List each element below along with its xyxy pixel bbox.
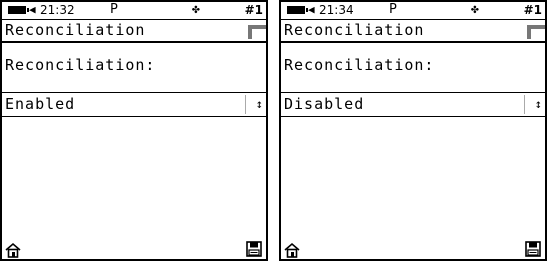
save-icon[interactable] <box>246 241 262 257</box>
menu-corner-icon[interactable] <box>527 21 545 39</box>
field-label: Reconciliation: <box>284 56 435 74</box>
select-value: Disabled <box>284 95 365 113</box>
title-bar: Reconciliation <box>2 19 266 43</box>
status-mode: P <box>389 2 397 17</box>
move-icon: ✤ <box>192 2 200 17</box>
plug-icon: ◀ <box>308 3 315 16</box>
spinner-arrows-icon[interactable]: ↕ <box>256 93 263 116</box>
battery-icon <box>8 6 29 14</box>
status-time: 21:34 <box>319 3 354 17</box>
device-screen-1: ◀ 21:32 P ✤ #1 Reconciliation Reconcilia… <box>0 0 268 261</box>
status-number: #1 <box>244 3 263 17</box>
home-icon[interactable] <box>284 242 300 258</box>
status-time: 21:32 <box>40 3 75 17</box>
spinner-arrows-icon[interactable]: ↕ <box>535 93 542 116</box>
page-title: Reconciliation <box>5 21 146 39</box>
select-value: Enabled <box>5 95 76 113</box>
status-mode: P <box>110 2 118 17</box>
bottom-bar <box>281 239 545 259</box>
status-bar: ◀ 21:32 P ✤ #1 <box>2 2 266 18</box>
bottom-bar <box>2 239 266 259</box>
home-icon[interactable] <box>5 242 21 258</box>
select-divider <box>245 95 246 114</box>
menu-corner-icon[interactable] <box>248 21 266 39</box>
select-divider <box>524 95 525 114</box>
status-number: #1 <box>523 3 542 17</box>
reconciliation-select[interactable]: Disabled ↕ <box>281 92 545 117</box>
status-bar: ◀ 21:34 P ✤ #1 <box>281 2 545 18</box>
reconciliation-select[interactable]: Enabled ↕ <box>2 92 266 117</box>
device-screen-2: ◀ 21:34 P ✤ #1 Reconciliation Reconcilia… <box>279 0 547 261</box>
move-icon: ✤ <box>471 2 479 17</box>
title-bar: Reconciliation <box>281 19 545 43</box>
save-icon[interactable] <box>525 241 541 257</box>
battery-icon <box>287 6 308 14</box>
plug-icon: ◀ <box>29 3 36 16</box>
field-label: Reconciliation: <box>5 56 156 74</box>
page-title: Reconciliation <box>284 21 425 39</box>
